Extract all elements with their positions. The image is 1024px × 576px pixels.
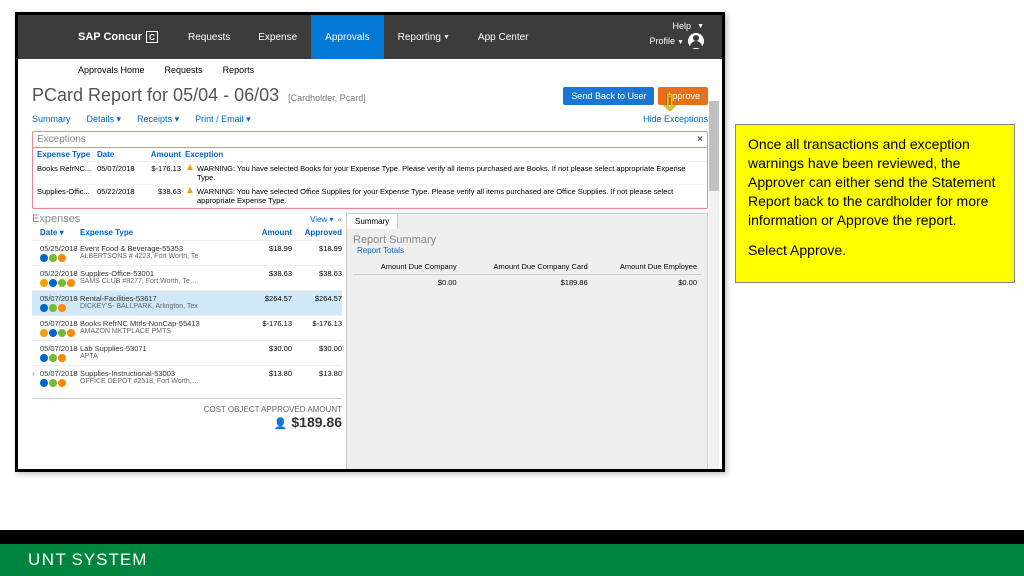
card-icon — [40, 304, 48, 312]
receipt-icon — [49, 379, 57, 387]
instruction-callout: Once all transactions and exception warn… — [735, 124, 1015, 283]
exceptions-panel: Exceptions× Expense Type Date Amount Exc… — [32, 131, 708, 209]
exception-row[interactable]: Books RefrNC...05/07/2018$-176.13WARNING… — [33, 162, 707, 185]
warning-icon — [40, 279, 48, 287]
scrollbar-thumb[interactable] — [709, 101, 719, 191]
warning-icon — [40, 329, 48, 337]
subnav-reports[interactable]: Reports — [223, 65, 255, 75]
send-back-button[interactable]: Send Back to User — [563, 87, 654, 105]
chevron-down-icon: ▼ — [443, 34, 450, 41]
card-icon — [40, 354, 48, 362]
concur-screenshot: SAP ConcurC Requests Expense Approvals R… — [15, 12, 725, 472]
nav-expense[interactable]: Expense — [244, 15, 311, 59]
attachment-icon — [58, 379, 66, 387]
help-menu[interactable]: Help▼ — [673, 21, 704, 31]
card-icon — [49, 279, 57, 287]
report-summary-panel: Summary Report Summary Report Totals Amo… — [346, 213, 708, 472]
view-menu[interactable]: View ▾ — [310, 215, 333, 224]
card-icon — [49, 329, 57, 337]
person-icon: 👤 — [274, 418, 288, 430]
nav-requests[interactable]: Requests — [174, 15, 244, 59]
exception-row[interactable]: Supplies-Offic...05/22/2018$38.63WARNING… — [33, 185, 707, 208]
nav-appcenter[interactable]: App Center — [464, 15, 543, 59]
exp-head-date[interactable]: Date ▾ — [40, 228, 80, 237]
warning-icon — [185, 187, 194, 196]
user-icon[interactable] — [688, 33, 704, 49]
receipt-icon — [49, 254, 57, 262]
card-icon — [40, 379, 48, 387]
attachment-icon — [58, 304, 66, 312]
link-summary[interactable]: Summary — [32, 114, 71, 125]
receipt-icon — [58, 329, 66, 337]
exc-head-exception[interactable]: Exception — [185, 150, 703, 159]
expense-row[interactable]: 05/07/2018Books RefrNC Mtrls-NonCap-5541… — [32, 315, 342, 340]
receipt-icon — [58, 279, 66, 287]
attachment-icon — [67, 329, 75, 337]
receipt-icon — [49, 304, 57, 312]
link-print-email[interactable]: Print / Email ▾ — [195, 114, 251, 125]
nav-approvals[interactable]: Approvals — [311, 15, 383, 59]
link-details[interactable]: Details ▾ — [87, 114, 122, 125]
exc-head-amount[interactable]: Amount — [145, 150, 185, 159]
subnav-requests[interactable]: Requests — [165, 65, 203, 75]
brand-logo: SAP ConcurC — [18, 15, 174, 59]
expenses-list: ExpensesView ▾« Date ▾ Expense Type Amou… — [32, 213, 342, 472]
unt-logo: UNT — [28, 550, 67, 569]
chevron-down-icon: ▼ — [677, 39, 684, 46]
callout-arrow-icon: ⇩ — [661, 90, 679, 116]
exp-head-amount[interactable]: Amount — [242, 228, 292, 237]
expense-row[interactable]: 05/25/2018Event Food & Beverage-55353ALB… — [32, 240, 342, 265]
collapse-icon[interactable]: « — [338, 215, 342, 224]
receipt-icon — [49, 354, 57, 362]
subnav-approvals-home[interactable]: Approvals Home — [78, 65, 145, 75]
page-title: PCard Report for 05/04 - 06/03 [Cardhold… — [32, 85, 366, 106]
profile-menu[interactable]: Profile▼ — [650, 36, 684, 46]
attachment-icon — [58, 354, 66, 362]
chevron-down-icon: ▼ — [697, 23, 704, 30]
attachment-icon — [67, 279, 75, 287]
exp-head-approved[interactable]: Approved — [292, 228, 342, 237]
warning-icon — [185, 164, 194, 173]
report-totals-table: Amount Due CompanyAmount Due Company Car… — [353, 259, 701, 290]
sub-nav: Approvals Home Requests Reports — [18, 59, 722, 81]
nav-reporting[interactable]: Reporting▼ — [384, 15, 464, 59]
exc-head-date[interactable]: Date — [97, 150, 145, 159]
expense-row[interactable]: 05/07/2018Rental-Facilities-53617DICKEY'… — [32, 290, 342, 315]
card-icon — [40, 254, 48, 262]
exc-head-type[interactable]: Expense Type — [37, 150, 97, 159]
cost-object-approved-amount: COST OBJECT APPROVED AMOUNT 👤 $189.86 — [32, 398, 342, 436]
expense-row[interactable]: 05/07/2018Lab Supplies-53071APTA$30.00$3… — [32, 340, 342, 365]
tab-summary[interactable]: Summary — [346, 213, 398, 229]
concur-c-icon: C — [146, 31, 158, 43]
report-summary-title: Report Summary — [353, 234, 701, 246]
expense-row[interactable]: 05/22/2018Supplies-Office-53001SAMS CLUB… — [32, 265, 342, 290]
attachment-icon — [58, 254, 66, 262]
unt-footer: UNTSYSTEM — [0, 544, 1024, 576]
expense-row[interactable]: ›05/07/2018Supplies-Instructional-53003O… — [32, 365, 342, 390]
link-receipts[interactable]: Receipts ▾ — [137, 114, 179, 125]
report-totals-link[interactable]: Report Totals — [357, 246, 701, 255]
top-bar: SAP ConcurC Requests Expense Approvals R… — [18, 15, 722, 59]
scrollbar[interactable] — [709, 101, 719, 472]
exp-head-type[interactable]: Expense Type — [80, 228, 242, 237]
close-exceptions-icon[interactable]: × — [697, 134, 703, 145]
